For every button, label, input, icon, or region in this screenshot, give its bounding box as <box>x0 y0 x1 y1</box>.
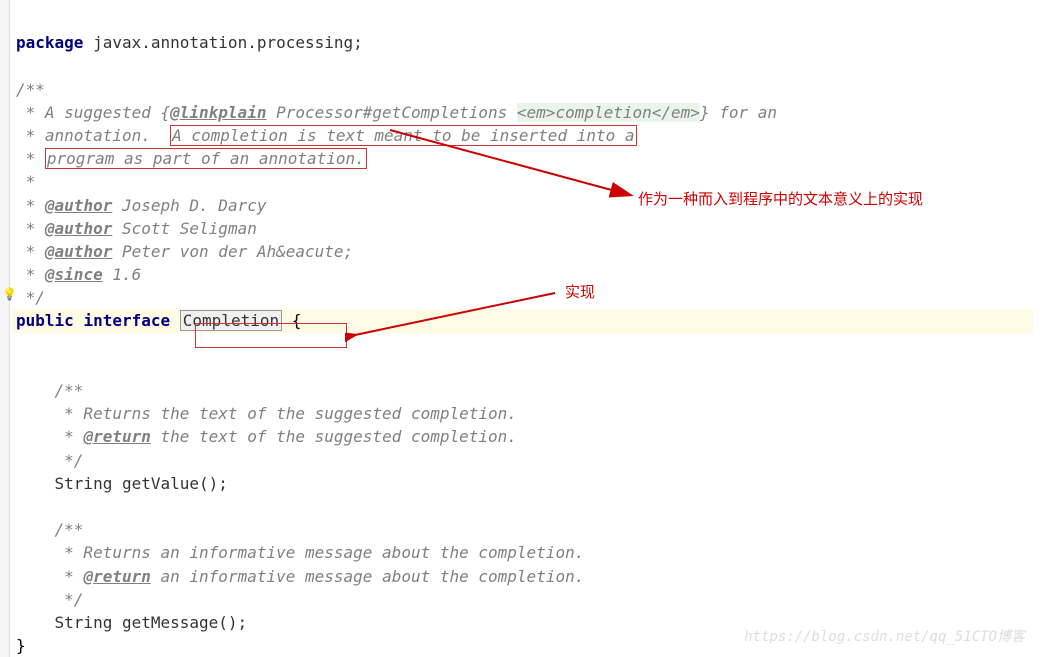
package-name: javax.annotation.processing; <box>83 33 362 52</box>
javadoc-line: * Returns the text of the suggested comp… <box>16 404 517 423</box>
em-close-tag: </em> <box>652 103 700 122</box>
javadoc-open: /** <box>16 80 45 99</box>
boxed-text-2: program as part of an annotation. <box>45 148 367 169</box>
method-getvalue: String getValue(); <box>16 474 228 493</box>
javadoc-close: */ <box>16 590 83 609</box>
return-text: an informative message about the complet… <box>151 567 584 586</box>
javadoc-open: /** <box>16 520 83 539</box>
linkplain-tag: @linkplain <box>170 103 266 122</box>
return-tag: @return <box>83 567 150 586</box>
author-name: Peter von der Ah&eacute; <box>112 242 353 261</box>
author-name: Scott Seligman <box>112 219 257 238</box>
em-text: completion <box>555 103 651 122</box>
brace-open: { <box>282 311 301 330</box>
brace-close: } <box>16 636 26 655</box>
watermark: https://blog.csdn.net/qq_51CTO博客 <box>744 627 1025 647</box>
keyword-public: public <box>16 311 74 330</box>
code-editor[interactable]: package javax.annotation.processing; /**… <box>16 8 1033 657</box>
javadoc-line: * annotation. <box>16 126 170 145</box>
since-value: 1.6 <box>103 265 142 284</box>
keyword-package: package <box>16 33 83 52</box>
author-name: Joseph D. Darcy <box>112 196 266 215</box>
javadoc-line: * <box>16 427 83 446</box>
author-tag: @author <box>45 219 112 238</box>
javadoc-text: } for an <box>700 103 777 122</box>
interface-declaration-line: public interface Completion { <box>12 309 1033 332</box>
boxed-text-1: A completion is text meant to be inserte… <box>170 125 636 146</box>
javadoc-close: */ <box>16 288 45 307</box>
return-text: the text of the suggested completion. <box>151 427 517 446</box>
interface-name[interactable]: Completion <box>180 310 282 331</box>
javadoc-star: * <box>16 196 35 215</box>
javadoc-star: * <box>16 242 35 261</box>
javadoc-star: * <box>16 219 35 238</box>
editor-gutter <box>0 0 10 657</box>
author-tag: @author <box>45 242 112 261</box>
javadoc-line: * Returns an informative message about t… <box>16 543 584 562</box>
annotation-text-2: 实现 <box>565 283 595 305</box>
em-open-tag: <em> <box>517 103 556 122</box>
author-tag: @author <box>45 196 112 215</box>
javadoc-link-target: Processor#getCompletions <box>266 103 516 122</box>
return-tag: @return <box>83 427 150 446</box>
keyword-interface: interface <box>83 311 170 330</box>
javadoc-open: /** <box>16 381 83 400</box>
lightbulb-icon[interactable]: 💡 <box>2 286 17 303</box>
annotation-text-1: 作为一种而入到程序中的文本意义上的实现 <box>638 190 923 212</box>
javadoc-star: * <box>16 172 35 191</box>
since-tag: @since <box>45 265 103 284</box>
method-getmessage: String getMessage(); <box>16 613 247 632</box>
javadoc-line: * A suggested { <box>16 103 170 122</box>
javadoc-line: * <box>16 149 45 168</box>
javadoc-close: */ <box>16 451 83 470</box>
javadoc-star: * <box>16 265 35 284</box>
javadoc-line: * <box>16 567 83 586</box>
